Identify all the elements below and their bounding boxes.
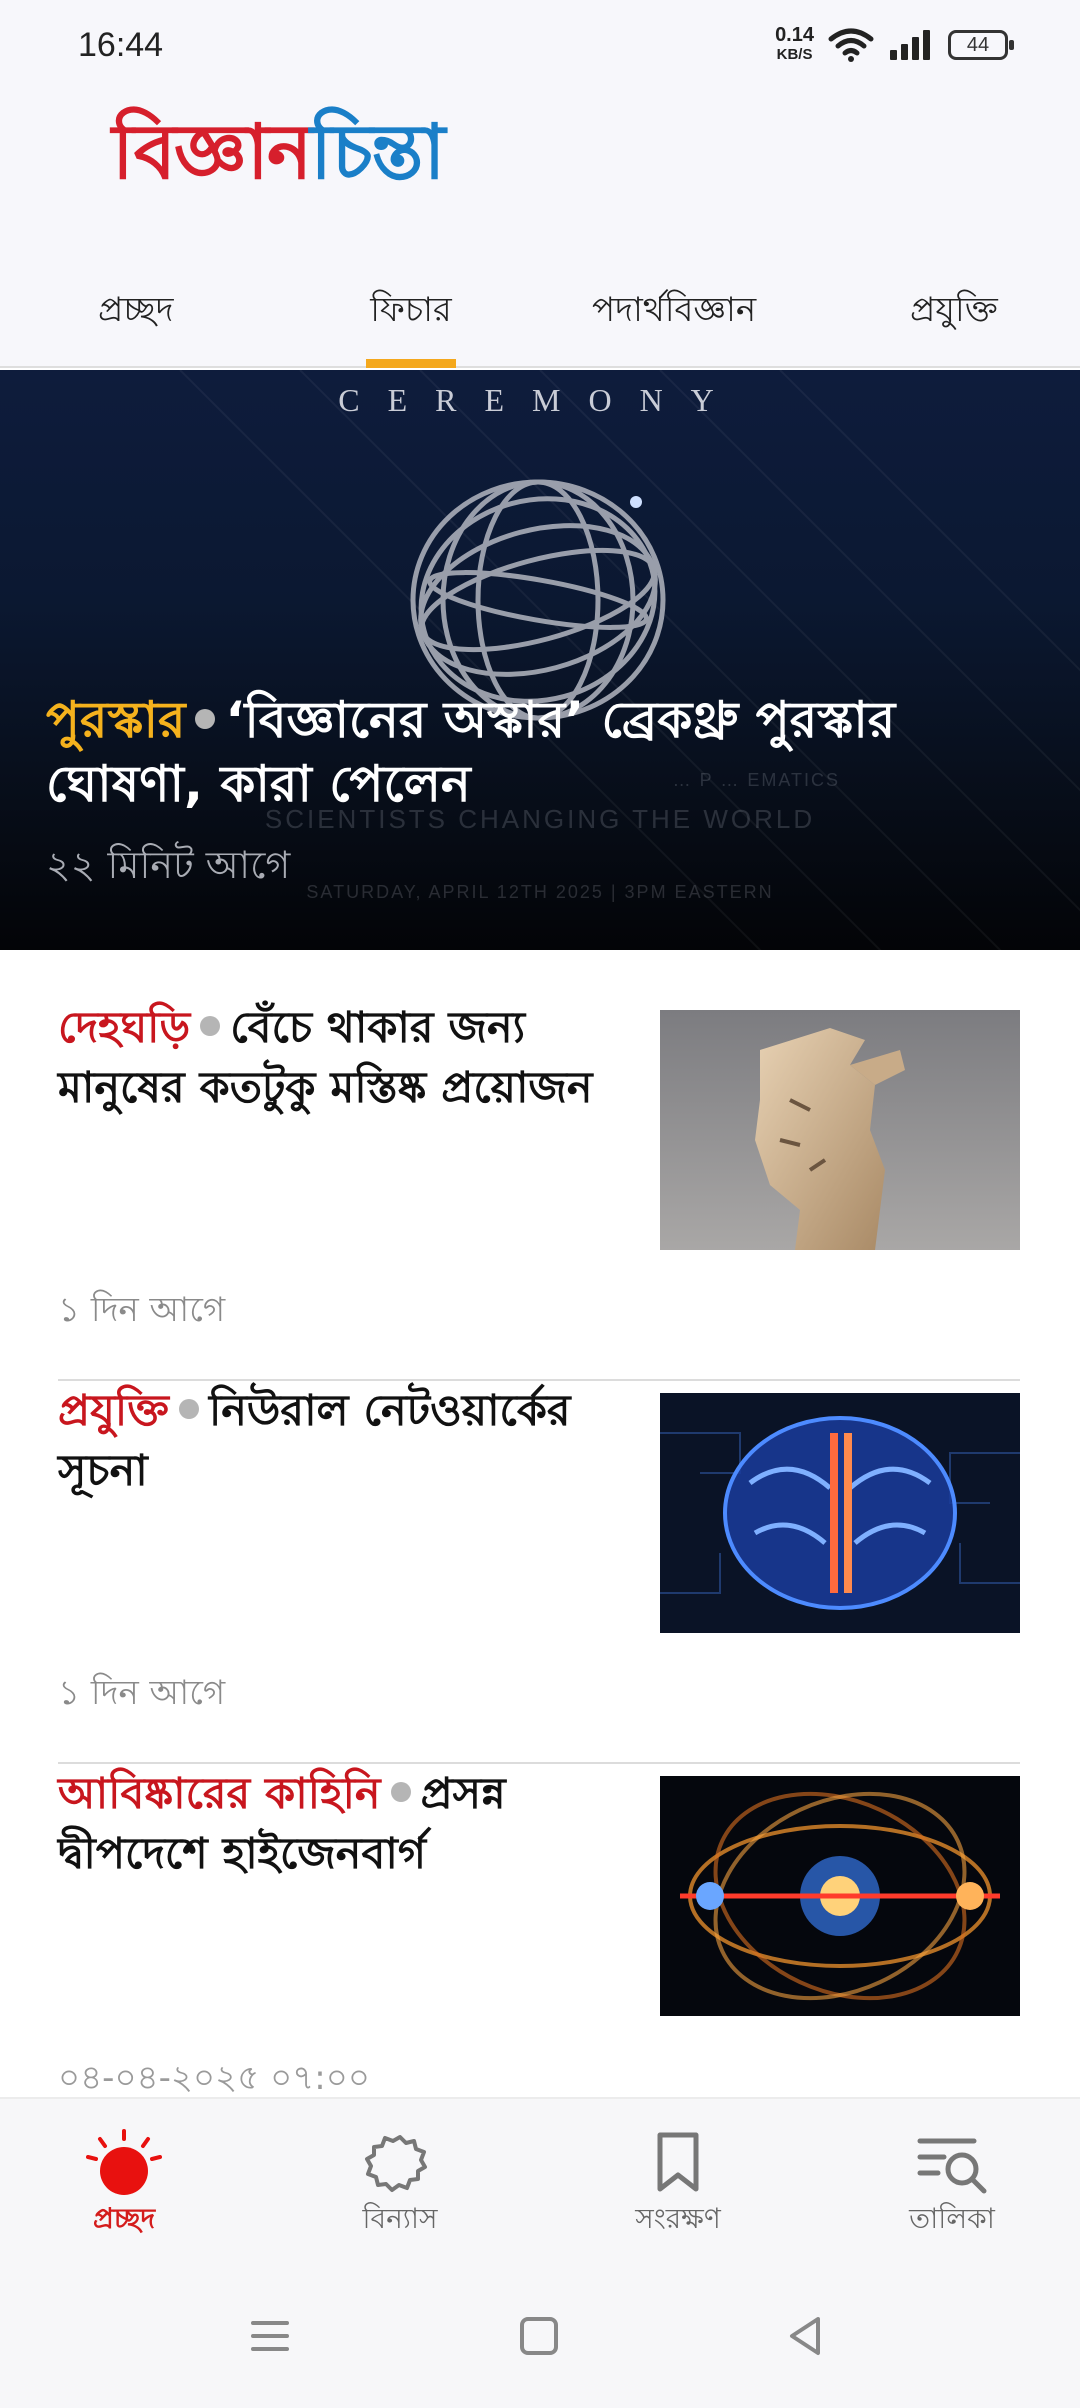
- article-card[interactable]: প্রযুক্তি নিউরাল নেটওয়ার্কের সূচনা ১ দিন…: [58, 1381, 1020, 1764]
- menu-icon[interactable]: [243, 2309, 297, 2363]
- status-bar: 16:44 0.14 KB/S 44: [0, 0, 1080, 96]
- sun-icon: [86, 2129, 162, 2195]
- nav-saved-label: সংরক্ষণ: [635, 2202, 721, 2235]
- article-thumbnail[interactable]: [660, 1010, 1020, 1250]
- article-category[interactable]: দেহঘড়ি: [58, 1003, 190, 1053]
- nav-list-label: তালিকা: [909, 2202, 995, 2235]
- network-speed: 0.14 KB/S: [775, 24, 814, 64]
- separator-dot: [178, 1398, 199, 1419]
- separator-dot: [200, 1015, 221, 1036]
- status-time: 16:44: [78, 26, 164, 64]
- system-navigation-bar: [0, 2265, 1080, 2408]
- app-header: বিজ্ঞান চিন্তা প্রচ্ছদ ফিচার পদার্থবিজ্ঞা…: [0, 96, 1080, 368]
- article-headline: প্রযুক্তি নিউরাল নেটওয়ার্কের সূচনা: [58, 1381, 633, 1501]
- tab-home[interactable]: প্রচ্ছদ: [98, 264, 173, 368]
- article-time: ১ দিন আগে: [58, 1673, 226, 1713]
- tab-feature[interactable]: ফিচার: [366, 264, 456, 368]
- network-speed-value: 0.14: [775, 24, 814, 46]
- list-search-icon: [917, 2138, 987, 2194]
- hero-category[interactable]: পুরস্কার: [46, 691, 185, 749]
- nav-home[interactable]: প্রচ্ছদ: [24, 2129, 224, 2244]
- nav-settings-label: বিন্যাস: [362, 2202, 438, 2235]
- nav-settings[interactable]: বিন্যাস: [300, 2129, 500, 2244]
- article-time: ১ দিন আগে: [58, 1290, 226, 1330]
- article-thumbnail[interactable]: [660, 1393, 1020, 1633]
- category-tabs: প্রচ্ছদ ফিচার পদার্থবিজ্ঞান প্রযুক্তি: [0, 264, 1080, 368]
- signal-icon: [890, 30, 930, 60]
- battery-icon: 44: [948, 30, 1014, 60]
- app-logo[interactable]: বিজ্ঞান চিন্তা: [112, 107, 445, 202]
- tab-technology[interactable]: প্রযুক্তি: [910, 264, 998, 368]
- logo-part-1: বিজ্ঞান: [112, 106, 312, 196]
- article-card[interactable]: আবিষ্কারের কাহিনি প্রসন্ন দ্বীপদেশে হাইজে…: [58, 1764, 1020, 2147]
- separator-dot: [195, 708, 216, 729]
- article-category[interactable]: প্রযুক্তি: [58, 1386, 169, 1436]
- hero-image-caption: CEREMONY: [338, 382, 742, 418]
- statue-head-image: [660, 1010, 1020, 1250]
- article-card[interactable]: দেহঘড়ি বেঁচে থাকার জন্য মানুষের কতটুকু ম…: [58, 998, 1020, 1381]
- hero-article[interactable]: CEREMONY … P … EMATICS SCIENTISTS CHANGI…: [0, 370, 1080, 950]
- logo-part-2: চিন্তা: [310, 106, 445, 196]
- network-speed-unit: KB/S: [776, 46, 813, 63]
- article-category[interactable]: আবিষ্কারের কাহিনি: [58, 1769, 381, 1819]
- hero-time: ২২ মিনিট আগে: [46, 843, 291, 887]
- back-icon[interactable]: [778, 2309, 832, 2363]
- hero-headline: পুরস্কার ‘বিজ্ঞানের অস্কার’ ব্রেকথ্রু পুর…: [46, 688, 1046, 816]
- status-icons: 0.14 KB/S 44: [775, 24, 1014, 64]
- nav-saved[interactable]: সংরক্ষণ: [578, 2129, 778, 2244]
- article-headline: দেহঘড়ি বেঁচে থাকার জন্য মানুষের কতটুকু ম…: [58, 998, 633, 1118]
- article-thumbnail[interactable]: [660, 1776, 1020, 2016]
- separator-dot: [390, 1781, 411, 1802]
- nav-home-label: প্রচ্ছদ: [92, 2202, 156, 2235]
- bookmark-icon: [657, 2132, 699, 2192]
- bottom-navigation: প্রচ্ছদ বিন্যাস সংরক্ষণ তালিকা: [0, 2097, 1080, 2265]
- neural-brain-image: [660, 1393, 1020, 1633]
- atom-energy-image: [660, 1776, 1020, 2016]
- tab-physics[interactable]: পদার্থবিজ্ঞান: [592, 264, 756, 368]
- article-headline: আবিষ্কারের কাহিনি প্রসন্ন দ্বীপদেশে হাইজে…: [58, 1764, 633, 1884]
- home-square-icon[interactable]: [512, 2309, 566, 2363]
- wifi-icon: [828, 28, 874, 62]
- nav-list[interactable]: তালিকা: [852, 2129, 1052, 2244]
- gear-icon: [365, 2135, 427, 2192]
